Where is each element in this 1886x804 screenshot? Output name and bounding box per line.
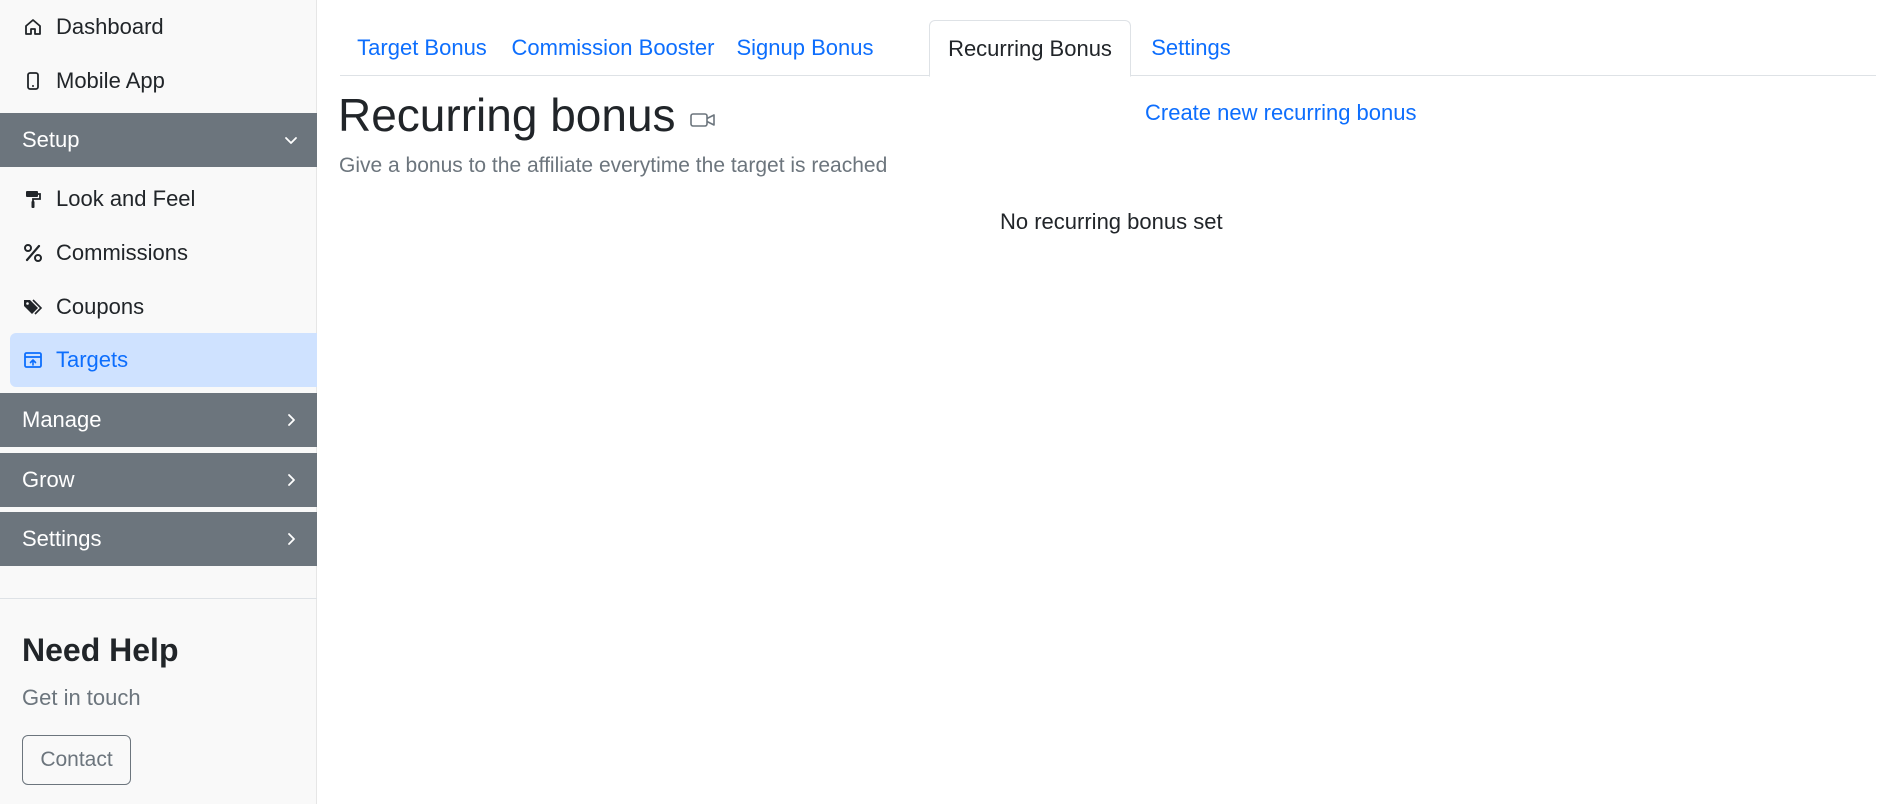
sidebar-section-grow[interactable]: Grow (0, 453, 317, 507)
paint-roller-icon (22, 188, 44, 210)
section-label: Settings (22, 526, 102, 551)
tab-signup-bonus[interactable]: Signup Bonus (722, 20, 888, 76)
sidebar-item-label: Dashboard (56, 14, 164, 39)
video-camera-icon[interactable] (689, 111, 716, 129)
page-subtitle: Give a bonus to the affiliate everytime … (339, 154, 888, 177)
sidebar-item-commissions[interactable]: Commissions (10, 226, 317, 280)
sidebar-divider (0, 598, 317, 599)
section-label: Manage (22, 407, 102, 432)
home-icon (22, 16, 44, 38)
contact-button[interactable]: Contact (22, 735, 131, 785)
target-board-icon (22, 349, 44, 371)
chevron-right-icon (283, 531, 299, 547)
sidebar-section-setup[interactable]: Setup (0, 113, 317, 167)
tab-recurring-bonus[interactable]: Recurring Bonus (929, 20, 1131, 77)
sidebar: Dashboard Mobile App Setup Look and Feel (0, 0, 317, 804)
section-label: Grow (22, 467, 75, 492)
sidebar-section-manage[interactable]: Manage (0, 393, 317, 447)
sidebar-section-settings[interactable]: Settings (0, 512, 317, 566)
help-subtitle: Get in touch (22, 685, 141, 710)
tab-settings[interactable]: Settings (1131, 20, 1251, 76)
chevron-right-icon (283, 412, 299, 428)
page-title: Recurring bonus (338, 88, 716, 142)
empty-state-message: No recurring bonus set (1000, 209, 1223, 234)
page-title-text: Recurring bonus (338, 89, 676, 141)
tags-icon (22, 296, 44, 318)
help-title: Need Help (22, 632, 179, 668)
sidebar-item-mobile-app[interactable]: Mobile App (10, 54, 317, 108)
sidebar-item-label: Commissions (56, 240, 189, 265)
mobile-icon (22, 70, 44, 92)
bonus-tabs: Target Bonus Commission Booster Signup B… (340, 20, 1876, 77)
sidebar-item-label: Mobile App (56, 68, 165, 93)
sidebar-item-targets[interactable]: Targets (10, 333, 317, 387)
app-root: Dashboard Mobile App Setup Look and Feel (0, 0, 1886, 804)
sidebar-item-coupons[interactable]: Coupons (10, 280, 317, 334)
chevron-right-icon (283, 472, 299, 488)
tab-target-bonus[interactable]: Target Bonus (340, 20, 504, 76)
tab-commission-booster[interactable]: Commission Booster (504, 20, 722, 76)
sidebar-item-dashboard[interactable]: Dashboard (10, 0, 317, 54)
chevron-down-icon (283, 132, 299, 148)
sidebar-item-label: Coupons (56, 294, 145, 319)
sidebar-item-look-and-feel[interactable]: Look and Feel (10, 172, 317, 226)
sidebar-item-label: Look and Feel (56, 186, 196, 211)
create-recurring-bonus-link[interactable]: Create new recurring bonus (1145, 100, 1416, 126)
section-label: Setup (22, 127, 80, 152)
sidebar-item-label: Targets (56, 347, 129, 372)
percent-icon (22, 242, 44, 264)
